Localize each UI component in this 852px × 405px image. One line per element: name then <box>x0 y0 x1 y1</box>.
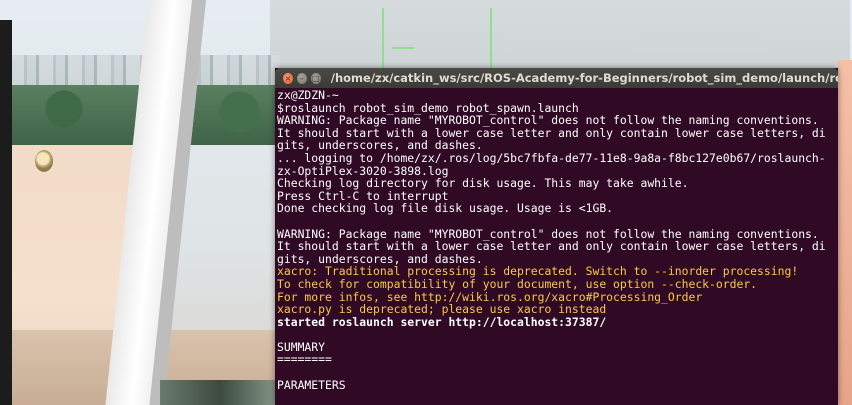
scene-axis-line <box>382 8 384 70</box>
terminal-line: ... logging to /home/zx/.ros/log/5bc7fbf… <box>277 150 826 165</box>
maximize-button[interactable]: □ <box>310 72 321 84</box>
terminal-line: ======== <box>277 352 332 367</box>
terminal-titlebar[interactable]: × – □ /home/zx/catkin_ws/src/ROS-Academy… <box>275 68 838 88</box>
window-title: /home/zx/catkin_ws/src/ROS-Academy-for-B… <box>330 71 838 85</box>
scene-axis-line <box>392 47 414 49</box>
terminal-line: PARAMETERS <box>277 377 346 392</box>
terminal-line: WARNING: Package name "MYROBOT_control" … <box>277 113 819 128</box>
terminal-line: SUMMARY <box>277 339 326 354</box>
scene-person-model <box>35 150 53 172</box>
terminal-line: started roslaunch server http://localhos… <box>277 314 607 329</box>
terminal-line: To check for compatibility of your docum… <box>277 276 758 291</box>
scene-axis-line <box>490 8 492 70</box>
terminal-line: Done checking log file disk usage. Usage… <box>277 201 614 216</box>
terminal-line: xacro.py is deprecated; please use xacro… <box>277 302 607 317</box>
close-button[interactable]: × <box>283 72 293 84</box>
terminal-line: It should start with a lower case letter… <box>277 239 826 254</box>
terminal-line: Checking log directory for disk usage. T… <box>277 176 689 191</box>
scene-right-object <box>838 60 852 405</box>
scene-bottom-object <box>160 380 280 405</box>
terminal-window[interactable]: × – □ /home/zx/catkin_ws/src/ROS-Academy… <box>275 68 838 405</box>
scene-ceiling <box>270 0 850 70</box>
minimize-button[interactable]: – <box>296 72 307 84</box>
terminal-output[interactable]: zx@ZDZN-~ $roslaunch robot_sim_demo robot… <box>277 89 836 405</box>
terminal-line: zx@ZDZN-~ <box>277 89 339 102</box>
scene-left-edge <box>0 20 12 405</box>
